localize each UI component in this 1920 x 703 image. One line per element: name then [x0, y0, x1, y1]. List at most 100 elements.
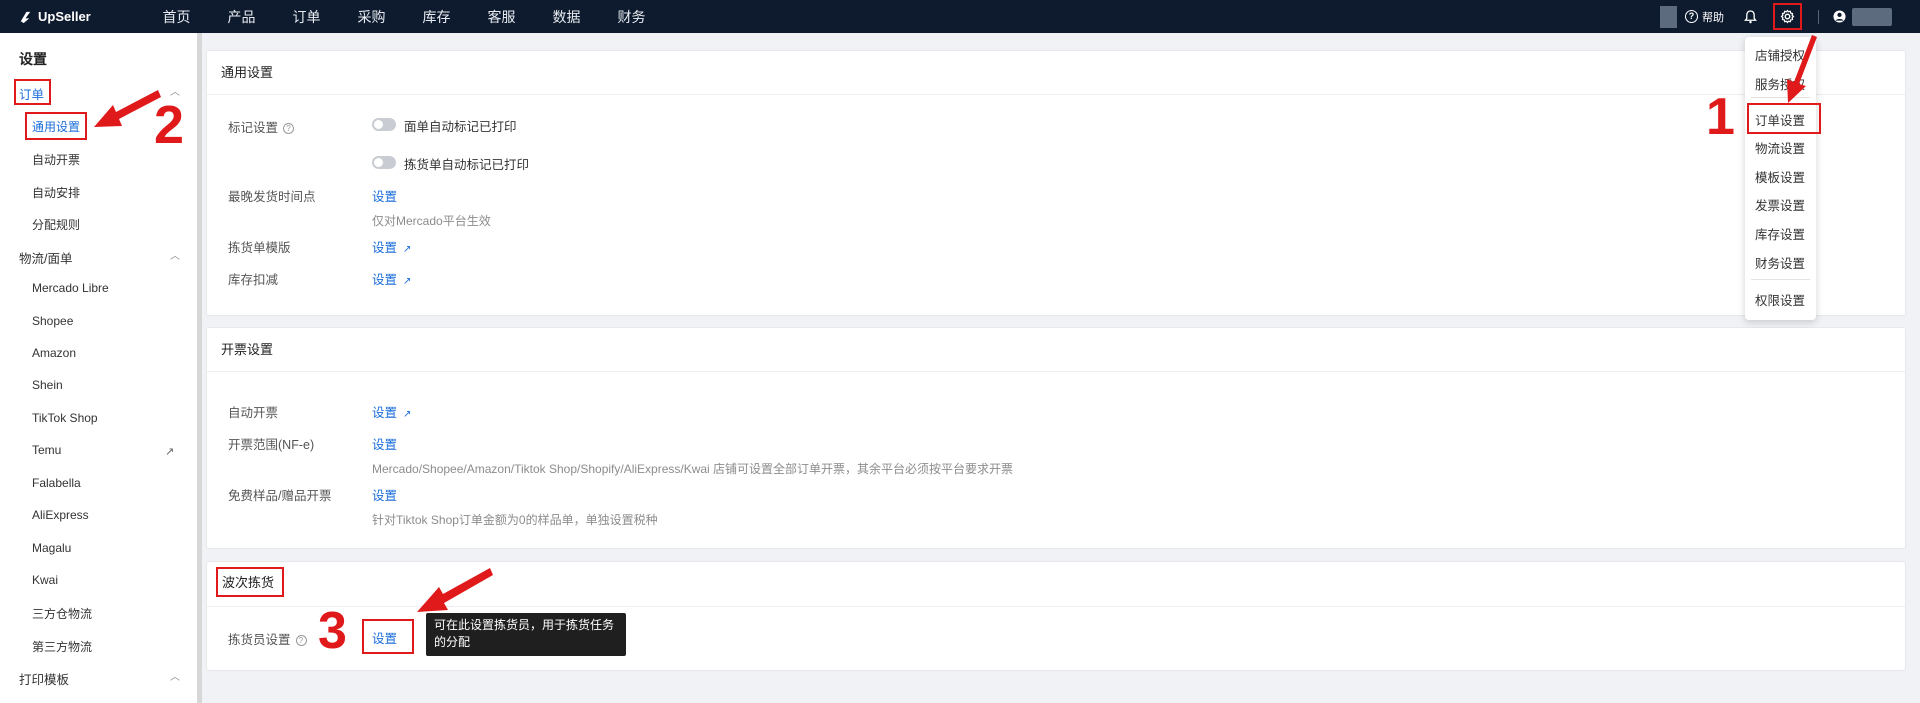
question-icon[interactable]: ? [283, 123, 295, 135]
deadline-note: 仅对Mercado平台生效 [372, 214, 491, 228]
help-button[interactable]: ? 帮助 [1685, 9, 1724, 25]
external-link-icon: ↗ [403, 244, 412, 255]
sidebar-item-shein[interactable]: Shein [32, 378, 63, 392]
nav-finance[interactable]: 财务 [599, 7, 664, 27]
menu-item-template-settings[interactable]: 模板设置 [1755, 167, 1805, 186]
label-text: 标记设置 [228, 121, 279, 135]
invoice-scope-note: Mercado/Shopee/Amazon/Tiktok Shop/Shopif… [372, 462, 1014, 476]
sidebar-item-kwai[interactable]: Kwai [32, 573, 58, 587]
panel-title: 波次拣货 [207, 562, 1905, 607]
external-link-icon: ↗ [403, 276, 412, 287]
label-text: 拣货员设置 [228, 633, 291, 647]
deadline-label: 最晚发货时间点 [228, 190, 316, 204]
free-sample-invoice-label: 免费样品/赠品开票 [228, 489, 332, 503]
link-text: 设置 [372, 241, 398, 255]
invoice-scope-set-link[interactable]: 设置 [372, 434, 397, 453]
sidebar-title: 设置 [19, 51, 47, 67]
menu-item-permission-settings[interactable]: 权限设置 [1755, 290, 1805, 309]
link-text: 设置 [372, 406, 398, 420]
mark-setting-label: 标记设置? [228, 117, 295, 136]
sidebar-item-3pl-warehouse[interactable]: 三方仓物流 [32, 605, 92, 622]
gear-icon[interactable] [1773, 3, 1802, 30]
panel-title: 通用设置 [207, 51, 1905, 95]
external-link-icon: ↗ [403, 409, 412, 420]
external-link-icon: ↗ [165, 446, 175, 458]
sidebar-group-print-templates[interactable]: 打印模板 [19, 669, 69, 688]
nav-purchase[interactable]: 采购 [339, 7, 404, 27]
picklist-template-label: 拣货单模版 [228, 241, 291, 255]
chevron-up-icon[interactable]: ︿ [170, 247, 180, 262]
sidebar-item-magalu[interactable]: Magalu [32, 541, 71, 555]
settings-dropdown-menu: 店铺授权 服务授权 订单设置 物流设置 模板设置 发票设置 库存设置 财务设置 … [1745, 37, 1816, 320]
upseller-logo[interactable]: UpSeller [18, 9, 128, 24]
picklist-set-link[interactable]: 设置 ↗ [372, 237, 411, 256]
user-menu[interactable] [1833, 7, 1892, 26]
free-sample-set-link[interactable]: 设置 [372, 485, 397, 504]
sidebar-item-mercado-libre[interactable]: Mercado Libre [32, 281, 109, 295]
user-icon [1833, 10, 1846, 23]
main-nav: 首页 产品 订单 采购 库存 客服 数据 财务 [144, 7, 664, 27]
toggle-label: 面单自动标记已打印 [404, 120, 517, 134]
annotation-step-2: 2 [154, 95, 185, 155]
user-name-blurred [1852, 7, 1892, 26]
sidebar-item-auto-invoice[interactable]: 自动开票 [32, 151, 80, 168]
nav-inventory[interactable]: 库存 [404, 7, 469, 27]
stock-deduction-label: 库存扣减 [228, 273, 279, 287]
stock-set-link[interactable]: 设置 ↗ [372, 269, 411, 288]
annotation-step-1: 1 [1706, 88, 1735, 146]
question-icon[interactable]: ? [295, 635, 307, 647]
auto-invoice-set-link[interactable]: 设置 ↗ [372, 402, 411, 421]
menu-divider [1751, 279, 1810, 280]
top-navigation-bar: UpSeller 首页 产品 订单 采购 库存 客服 数据 财务 ? 帮助 [0, 0, 1920, 33]
help-label: 帮助 [1702, 11, 1724, 24]
picker-setting-label: 拣货员设置? [228, 629, 307, 648]
nav-products[interactable]: 产品 [209, 7, 274, 27]
annotation-box-picker-set [362, 619, 414, 654]
panel-title: 开票设置 [207, 328, 1905, 372]
toggle-label: 拣货单自动标记已打印 [404, 158, 530, 172]
menu-divider [1751, 97, 1810, 98]
auto-invoice-label: 自动开票 [228, 406, 279, 420]
sidebar-item-falabella[interactable]: Falabella [32, 476, 81, 490]
upseller-logo-icon [20, 11, 31, 24]
sidebar-item-assignment-rules[interactable]: 分配规则 [32, 216, 80, 233]
sidebar-item-third-party-logistics[interactable]: 第三方物流 [32, 638, 92, 655]
menu-item-store-authorization[interactable]: 店铺授权 [1755, 45, 1805, 64]
toggle-picklist-auto-mark[interactable] [372, 156, 396, 169]
top-right-tools: ? 帮助 [1660, 0, 1920, 33]
free-sample-note: 针对Tiktok Shop订单金额为0的样品单，单独设置税种 [372, 513, 658, 527]
divider [1818, 9, 1819, 24]
sidebar-item-tiktok-shop[interactable]: TikTok Shop [32, 411, 98, 425]
menu-item-invoice-settings[interactable]: 发票设置 [1755, 195, 1805, 214]
store-avatar[interactable] [1660, 5, 1677, 28]
sidebar-item-shopee[interactable]: Shopee [32, 314, 73, 328]
deadline-set-link[interactable]: 设置 [372, 186, 397, 205]
link-text: 设置 [372, 273, 398, 287]
general-settings-panel: 通用设置 [206, 50, 1906, 316]
bell-icon[interactable] [1744, 9, 1757, 24]
picker-tooltip: 可在此设置拣货员，用于拣货任务的分配 [426, 613, 626, 656]
help-icon: ? [1685, 10, 1698, 23]
sidebar-item-temu[interactable]: Temu [32, 443, 61, 457]
nav-orders[interactable]: 订单 [274, 7, 339, 27]
toggle-waybill-auto-mark[interactable] [372, 118, 396, 131]
annotation-box-order-settings [1747, 103, 1821, 134]
menu-item-inventory-settings[interactable]: 库存设置 [1755, 224, 1805, 243]
nav-customer-service[interactable]: 客服 [469, 7, 534, 27]
sidebar-item-auto-arrange[interactable]: 自动安排 [32, 184, 80, 201]
annotation-box-wave-picking [216, 567, 284, 597]
sidebar-group-logistics[interactable]: 物流/面单 [19, 248, 72, 267]
annotation-step-3: 3 [318, 602, 347, 660]
menu-item-finance-settings[interactable]: 财务设置 [1755, 253, 1805, 272]
nav-data[interactable]: 数据 [534, 7, 599, 27]
invoice-scope-label: 开票范围(NF-e) [228, 438, 315, 452]
sidebar-scrollbar[interactable] [197, 33, 202, 703]
nav-home[interactable]: 首页 [144, 7, 209, 27]
chevron-up-icon[interactable]: ︿ [170, 668, 180, 683]
sidebar-item-amazon[interactable]: Amazon [32, 346, 76, 360]
annotation-box-general-settings [25, 112, 87, 140]
logo-text: UpSeller [38, 9, 91, 24]
sidebar-item-aliexpress[interactable]: AliExpress [32, 508, 89, 522]
menu-item-logistics-settings[interactable]: 物流设置 [1755, 138, 1805, 157]
menu-item-service-authorization[interactable]: 服务授权 [1755, 74, 1805, 93]
